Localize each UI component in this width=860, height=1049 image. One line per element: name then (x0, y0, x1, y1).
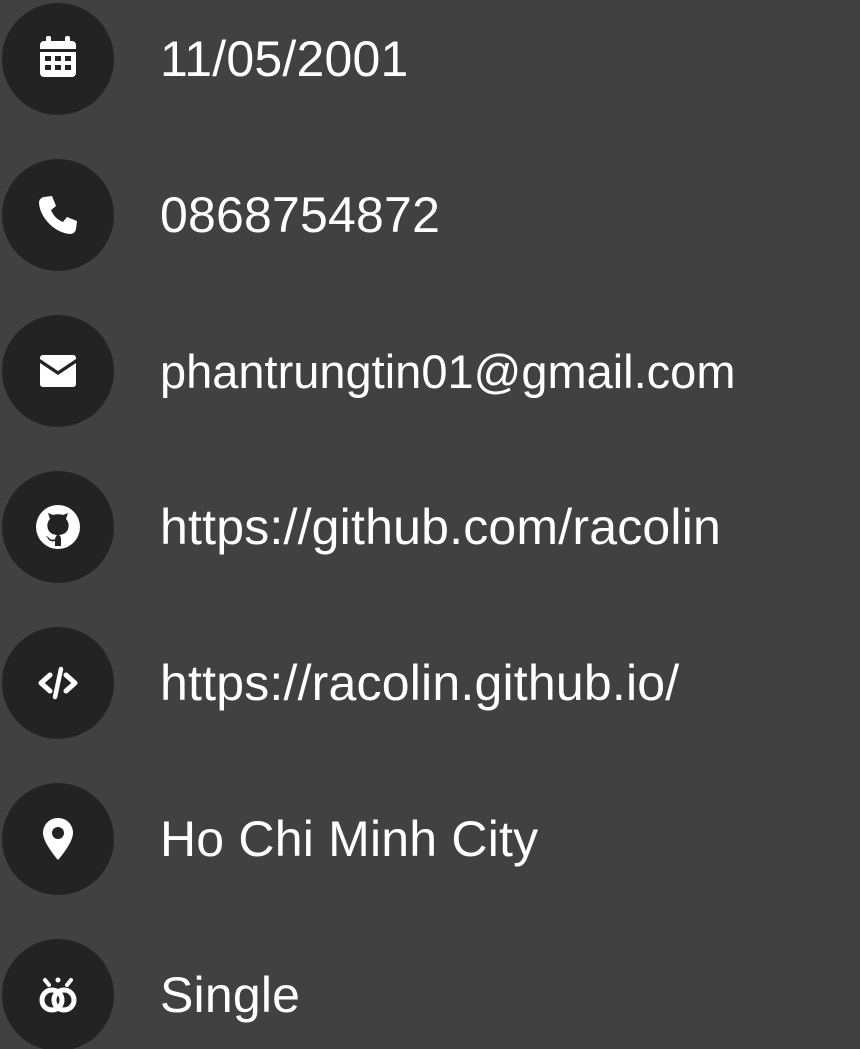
marital-status-text: Single (160, 967, 301, 1023)
personal-info-list: 11/05/2001 0868754872 phantrungtin01@gma… (0, 0, 860, 1049)
info-row-email[interactable]: phantrungtin01@gmail.com (2, 315, 860, 427)
calendar-icon (2, 3, 114, 115)
envelope-icon (2, 315, 114, 427)
rings-icon (2, 939, 114, 1049)
info-row-github[interactable]: https://github.com/racolin (2, 471, 860, 583)
info-row-marital-status: Single (2, 939, 860, 1049)
email-link[interactable]: phantrungtin01@gmail.com (160, 348, 735, 395)
location-text: Ho Chi Minh City (160, 811, 539, 867)
github-link[interactable]: https://github.com/racolin (160, 502, 721, 552)
birthday-text: 11/05/2001 (160, 31, 409, 87)
info-row-location: Ho Chi Minh City (2, 783, 860, 895)
info-row-birthday: 11/05/2001 (2, 3, 860, 115)
website-link[interactable]: https://racolin.github.io/ (160, 658, 679, 708)
info-row-website[interactable]: https://racolin.github.io/ (2, 627, 860, 739)
phone-text[interactable]: 0868754872 (160, 190, 440, 240)
location-pin-icon (2, 783, 114, 895)
phone-icon (2, 159, 114, 271)
info-row-phone[interactable]: 0868754872 (2, 159, 860, 271)
code-icon (2, 627, 114, 739)
github-icon (2, 471, 114, 583)
